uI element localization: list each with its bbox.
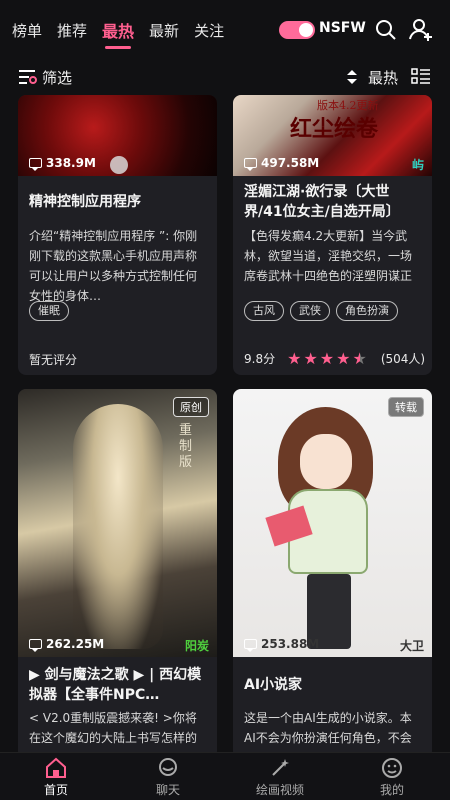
nav-profile[interactable]: 我的: [357, 757, 427, 798]
card-title: 淫媚江湖·欲行录〔大世界/41位女主/自选开局〕: [244, 184, 400, 220]
tab-ranking[interactable]: 榜单: [12, 20, 42, 41]
toggle-knob: [299, 23, 313, 37]
add-friend-icon[interactable]: [408, 17, 434, 43]
card-description: 介绍“精神控制应用程序 ”: 你刚刚下载的这款黑心手机应用声称可以让用户以多种方…: [29, 229, 198, 303]
views-count: 262.25M: [29, 637, 104, 652]
cover-image: [233, 389, 432, 657]
chat-icon: [159, 758, 177, 776]
views-count: 338.9M: [29, 156, 96, 171]
cover-signature: 大卫: [399, 639, 424, 653]
figure-silhouette: [73, 404, 163, 649]
profile-icon: [382, 758, 402, 778]
story-card-3[interactable]: 重制版 原创 262.25M 阳炭 ▶ 剑与魔法之歌 ▶ | 西幻模拟器【全事件…: [18, 389, 217, 759]
views-count: 497.58M: [244, 156, 319, 171]
original-badge: 原创: [173, 397, 209, 417]
bottom-nav: 首页 聊天 绘画视频 我的: [0, 752, 450, 800]
magic-wand-icon: [272, 759, 289, 776]
comment-icon: [29, 639, 42, 652]
tag-chip[interactable]: 古风: [244, 301, 284, 321]
sort-button[interactable]: 最热: [368, 67, 398, 88]
card-title: 精神控制应用程序: [29, 194, 141, 210]
cover-signature: 屿: [411, 158, 424, 172]
star-icon: ★: [287, 348, 302, 368]
card-title: AI小说家: [244, 677, 303, 693]
card-description: < V2.0重制版震撼来袭! >你将在这个魔幻的大陆上书写怎样的史诗？【全事件N…: [29, 711, 198, 745]
tab-following[interactable]: 关注: [194, 20, 224, 41]
rating-text: 暂无评分: [29, 353, 78, 367]
tag-list: 古风 武侠 角色扮演: [244, 301, 398, 321]
layout-toggle-icon[interactable]: [411, 67, 431, 87]
tag-list: 催眠: [29, 301, 69, 321]
screen: { "top_tabs": [ {"label": "榜单"}, {"label…: [0, 0, 450, 800]
comment-icon: [244, 639, 257, 652]
sort-icon[interactable]: [345, 69, 359, 85]
story-card-1[interactable]: 338.9M 精神控制应用程序 介绍“精神控制应用程序 ”: 你刚刚下载的这款黑…: [18, 95, 217, 375]
story-card-2[interactable]: 版本4.2更新 红尘绘卷 497.58M 屿 淫媚江湖·欲行录〔大世界/41位女…: [233, 95, 432, 375]
cover-title-text: 红尘绘卷: [290, 116, 379, 142]
cover-side-text: 重制版: [179, 423, 193, 470]
cover-image: 重制版: [18, 389, 217, 657]
cover-signature: 阳炭: [184, 639, 209, 653]
repost-badge: 转载: [388, 397, 424, 417]
nav-painting-video[interactable]: 绘画视频: [245, 757, 315, 798]
rating-count: (504人): [380, 352, 426, 366]
star-icon: ★: [352, 348, 367, 368]
card-title: ▶ 剑与魔法之歌 ▶ | 西幻模拟器【全事件NPC…: [29, 667, 202, 703]
star-icon: ★: [336, 348, 351, 368]
comment-icon: [244, 158, 257, 171]
nav-home[interactable]: 首页: [21, 757, 91, 798]
star-icon: ★: [319, 348, 335, 368]
tag-chip[interactable]: 武侠: [290, 301, 330, 321]
rating-score: 9.8分: [244, 352, 276, 366]
rating-row: 9.8分 ★ ★ ★ ★ ★ (504人): [244, 350, 425, 367]
search-icon[interactable]: [374, 18, 398, 42]
card-description: 【色得发癫4.2大更新】当今武林，欲望当道，淫艳交织，一场席卷武林十四绝色的淫塑…: [244, 229, 413, 283]
tab-recommended[interactable]: 推荐: [57, 20, 87, 41]
card-description: 这是一个由AI生成的小说家。本AI不会为你扮演任何角色，不会为你作任何对…: [244, 711, 412, 745]
tag-chip[interactable]: 催眠: [29, 301, 69, 321]
face-shape: [300, 434, 352, 489]
star-rating: ★ ★ ★ ★ ★: [287, 348, 367, 368]
filter-icon[interactable]: [18, 68, 38, 86]
story-card-4[interactable]: 转载 253.88M 大卫 AI小说家 这是一个由AI生成的小说家。本AI不会为…: [233, 389, 432, 759]
nsfw-label: NSFW: [319, 20, 366, 36]
nsfw-toggle[interactable]: [279, 21, 315, 39]
views-count: 253.88M: [244, 637, 319, 652]
tag-chip[interactable]: 角色扮演: [336, 301, 398, 321]
comment-icon: [29, 158, 42, 171]
home-icon: [46, 757, 66, 778]
filter-button[interactable]: 筛选: [42, 67, 72, 88]
nav-chat[interactable]: 聊天: [133, 757, 203, 798]
tab-latest[interactable]: 最新: [149, 20, 179, 41]
tab-hottest[interactable]: 最热: [102, 18, 134, 49]
star-icon: ★: [303, 348, 318, 368]
